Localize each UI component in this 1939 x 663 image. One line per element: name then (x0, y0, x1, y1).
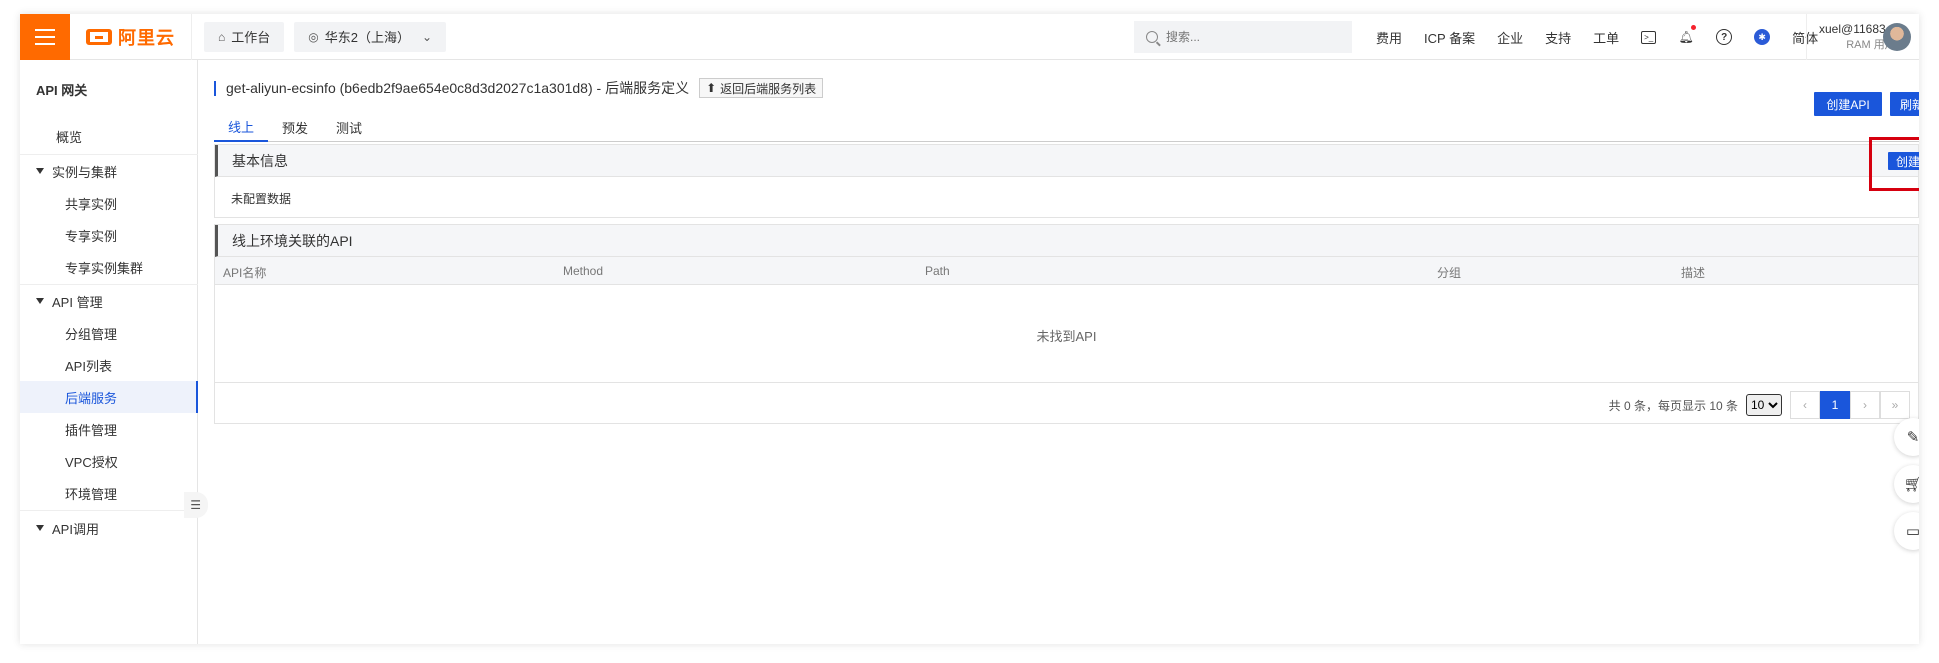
table-header: API名称 Method Path 分组 描述 (215, 257, 1918, 285)
sidebar-divider (20, 510, 198, 511)
back-to-list-button[interactable]: ⬆ 返回后端服务列表 (699, 78, 824, 98)
sidebar-item-api-list[interactable]: API列表 (20, 349, 198, 381)
caret-down-icon (36, 298, 44, 304)
sidebar-group-api[interactable]: API 管理 (20, 285, 198, 317)
workbench-label: 工作台 (231, 30, 271, 45)
terminal-icon[interactable]: >_ (1641, 30, 1657, 44)
link-billing[interactable]: 费用 (1376, 28, 1402, 47)
sidebar-group-call[interactable]: API调用 (20, 512, 198, 544)
linked-api-title: 线上环境关联的API (232, 232, 353, 249)
sidebar-item-group-manage[interactable]: 分组管理 (20, 317, 198, 349)
sidebar-item-overview[interactable]: 概览 (20, 120, 198, 152)
region-label: 华东2（上海） (324, 30, 410, 45)
logo-text: 阿里云 (118, 27, 175, 48)
next-page-button[interactable]: › (1850, 391, 1880, 419)
page-size-select[interactable]: 10 (1746, 394, 1782, 416)
link-enterprise[interactable]: 企业 (1497, 28, 1523, 47)
sidebar-item-shared-instance[interactable]: 共享实例 (20, 187, 198, 219)
sidebar-title: API 网关 (36, 83, 88, 98)
global-search[interactable] (1134, 21, 1352, 53)
notification-dot (1691, 25, 1697, 30)
col-group: 分组 (1437, 266, 1462, 280)
avatar[interactable] (1883, 23, 1911, 51)
page-buttons: ‹ 1 › » (1790, 391, 1910, 419)
sidebar-item-env-manage[interactable]: 环境管理 (20, 477, 198, 509)
back-button-label: 返回后端服务列表 (720, 81, 817, 96)
search-icon (1146, 31, 1158, 43)
globe-icon[interactable]: ✱ (1754, 29, 1771, 45)
main-content: get-aliyun-ecsinfo (b6edb2f9ae654e0c8d3d… (198, 60, 1919, 644)
last-page-button[interactable]: » (1880, 391, 1910, 419)
sidebar-item-vpc-auth[interactable]: VPC授权 (20, 445, 198, 477)
page-title: get-aliyun-ecsinfo (b6edb2f9ae654e0c8d3d… (226, 80, 690, 96)
console-window: 阿里云 ⌂ 工作台 ◎ 华东2（上海） ⌄ 费用 ICP 备案 企业 支持 工单… (20, 14, 1919, 644)
sidebar: API 网关 概览 实例与集群 共享实例 专享实例 专享实例集群 API 管理 … (20, 60, 198, 644)
col-method: Method (563, 264, 604, 278)
pagination-summary: 共 0 条，每页显示 10 条 (1608, 398, 1738, 413)
aliyun-logo[interactable]: 阿里云 (70, 14, 192, 60)
prev-page-button[interactable]: ‹ (1790, 391, 1820, 419)
col-description: 描述 (1681, 266, 1706, 280)
sidebar-group-instances[interactable]: 实例与集群 (20, 155, 198, 187)
menu-icon[interactable] (20, 14, 70, 60)
sidebar-group-label: API调用 (52, 521, 99, 537)
location-icon: ◎ (308, 29, 319, 44)
workbench-button[interactable]: ⌂ 工作台 (204, 21, 285, 52)
sidebar-item-plugin-manage[interactable]: 插件管理 (20, 413, 198, 445)
home-icon: ⌂ (218, 29, 226, 44)
link-support[interactable]: 支持 (1545, 28, 1571, 47)
back-arrow-icon: ⬆ (706, 81, 717, 95)
search-input[interactable] (1166, 30, 1336, 44)
tab-online[interactable]: 线上 (214, 112, 269, 142)
env-tabs: 线上 预发 测试 (214, 112, 1919, 142)
page-header: get-aliyun-ecsinfo (b6edb2f9ae654e0c8d3d… (214, 78, 824, 98)
region-selector[interactable]: ◎ 华东2（上海） ⌄ (294, 21, 447, 52)
basic-info-header: 基本信息 (215, 145, 1918, 177)
top-navbar: 阿里云 ⌂ 工作台 ◎ 华东2（上海） ⌄ 费用 ICP 备案 企业 支持 工单… (20, 14, 1919, 60)
tab-pre[interactable]: 预发 (268, 112, 322, 142)
table-empty-text: 未找到API (1036, 329, 1097, 344)
basic-info-panel: 基本信息 未配置数据 (214, 144, 1919, 218)
basic-info-title: 基本信息 (232, 152, 288, 169)
logo-mark-icon (86, 28, 112, 45)
linked-api-header: 线上环境关联的API (215, 225, 1918, 257)
sidebar-item-dedicated-cluster[interactable]: 专享实例集群 (20, 251, 198, 283)
sidebar-item-dedicated-instance[interactable]: 专享实例 (20, 219, 198, 251)
linked-api-panel: 线上环境关联的API API名称 Method Path 分组 描述 未找到AP… (214, 224, 1919, 424)
create-backend-button[interactable]: 创建 (1888, 152, 1919, 170)
pagination: 共 0 条，每页显示 10 条 10 ‹ 1 › » (1609, 391, 1910, 419)
col-api-name: API名称 (223, 266, 267, 280)
page-1-button[interactable]: 1 (1820, 391, 1850, 419)
sidebar-group-label: API 管理 (52, 294, 103, 310)
top-links: 费用 ICP 备案 企业 支持 工单 >_ 🔔︎ ? ✱ 简体 (1376, 14, 1818, 60)
col-path: Path (925, 264, 950, 278)
bell-icon[interactable]: 🔔︎ (1678, 25, 1697, 45)
link-icp[interactable]: ICP 备案 (1424, 28, 1475, 47)
title-accent-bar (214, 80, 216, 96)
basic-info-empty: 未配置数据 (231, 192, 292, 206)
help-icon[interactable]: ? (1716, 29, 1733, 45)
link-ticket[interactable]: 工单 (1593, 28, 1619, 47)
sidebar-item-backend-service[interactable]: 后端服务 (20, 381, 198, 413)
caret-down-icon (36, 168, 44, 174)
caret-down-icon (36, 525, 44, 531)
tab-test[interactable]: 测试 (322, 112, 376, 142)
table-divider (215, 382, 1918, 383)
sidebar-group-label: 实例与集群 (52, 164, 118, 180)
chevron-down-icon: ⌄ (421, 29, 433, 44)
